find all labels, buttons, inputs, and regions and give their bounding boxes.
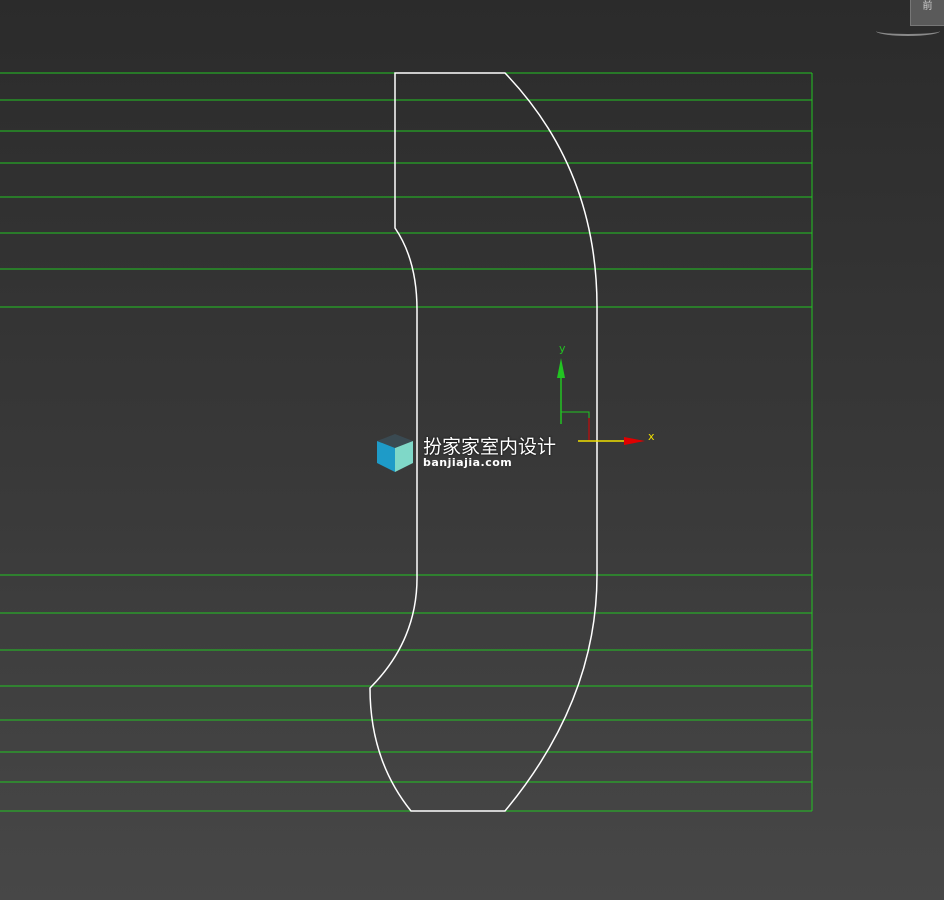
viewcube-face-label: 前 bbox=[922, 1, 933, 12]
transform-gizmo[interactable]: y x bbox=[557, 342, 655, 445]
viewcube-compass-ring[interactable] bbox=[876, 26, 940, 36]
watermark-subtitle: banjiajia.com bbox=[423, 456, 513, 469]
viewcube[interactable]: 前 bbox=[910, 0, 944, 26]
watermark-title: 扮家家室内设计 bbox=[423, 436, 557, 458]
gizmo-x-arrow[interactable] bbox=[624, 437, 645, 445]
gizmo-y-label: y bbox=[559, 342, 566, 355]
cube-logo-icon bbox=[377, 434, 413, 472]
watermark: 扮家家室内设计 banjiajia.com bbox=[374, 432, 574, 476]
gizmo-x-label: x bbox=[648, 430, 655, 443]
gizmo-y-arrow[interactable] bbox=[557, 358, 565, 378]
